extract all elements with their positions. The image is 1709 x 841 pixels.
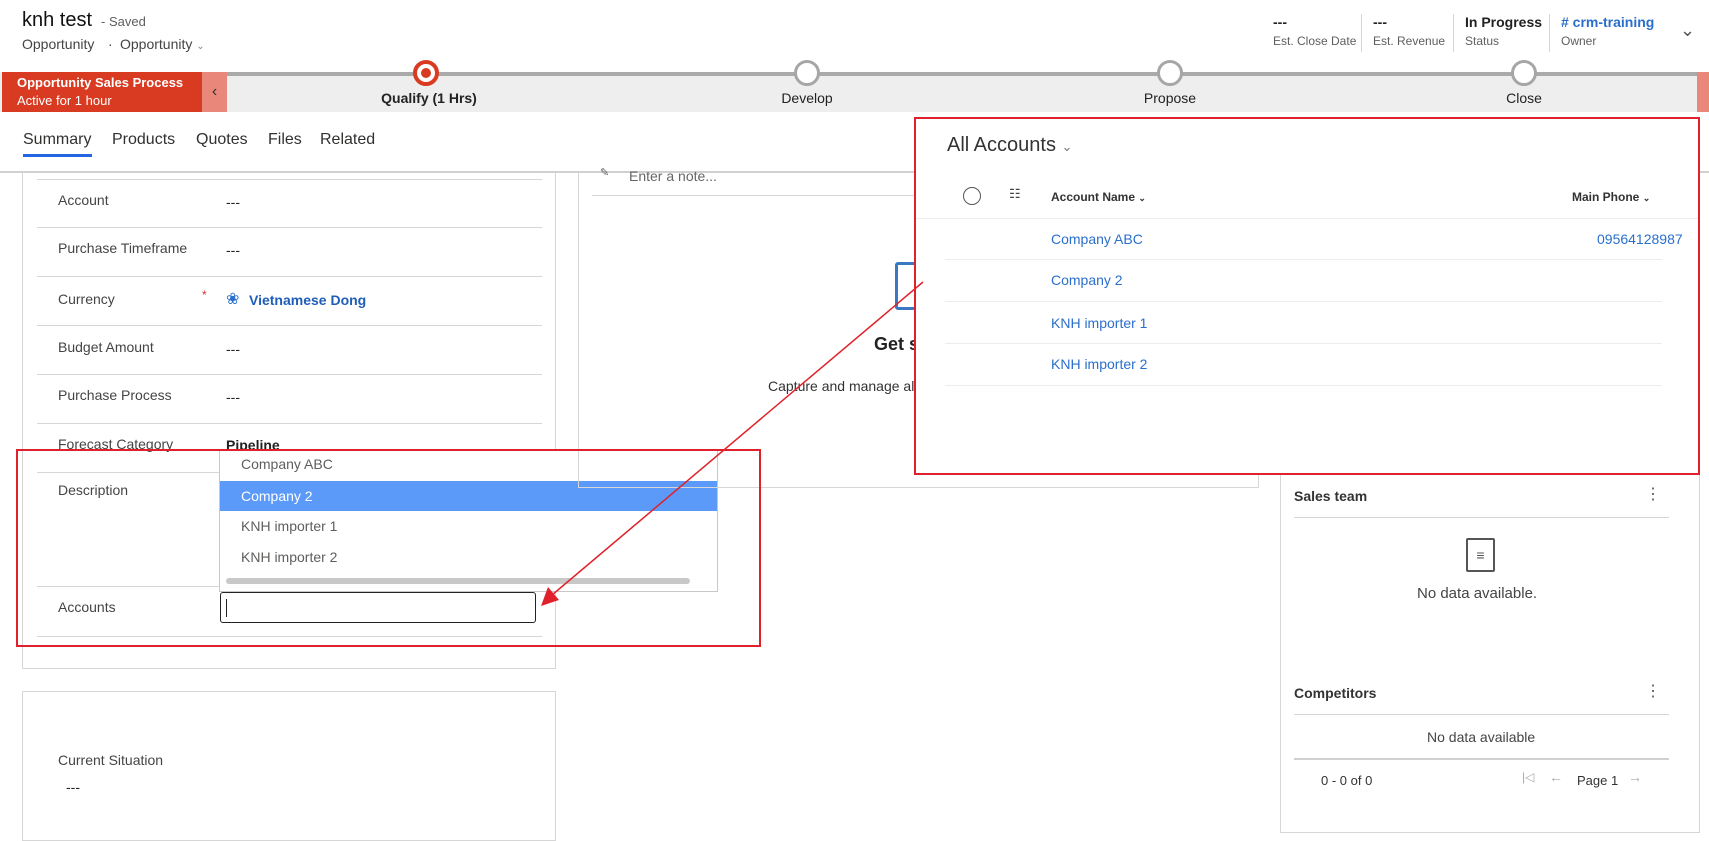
annotation-arrow bbox=[541, 281, 924, 606]
